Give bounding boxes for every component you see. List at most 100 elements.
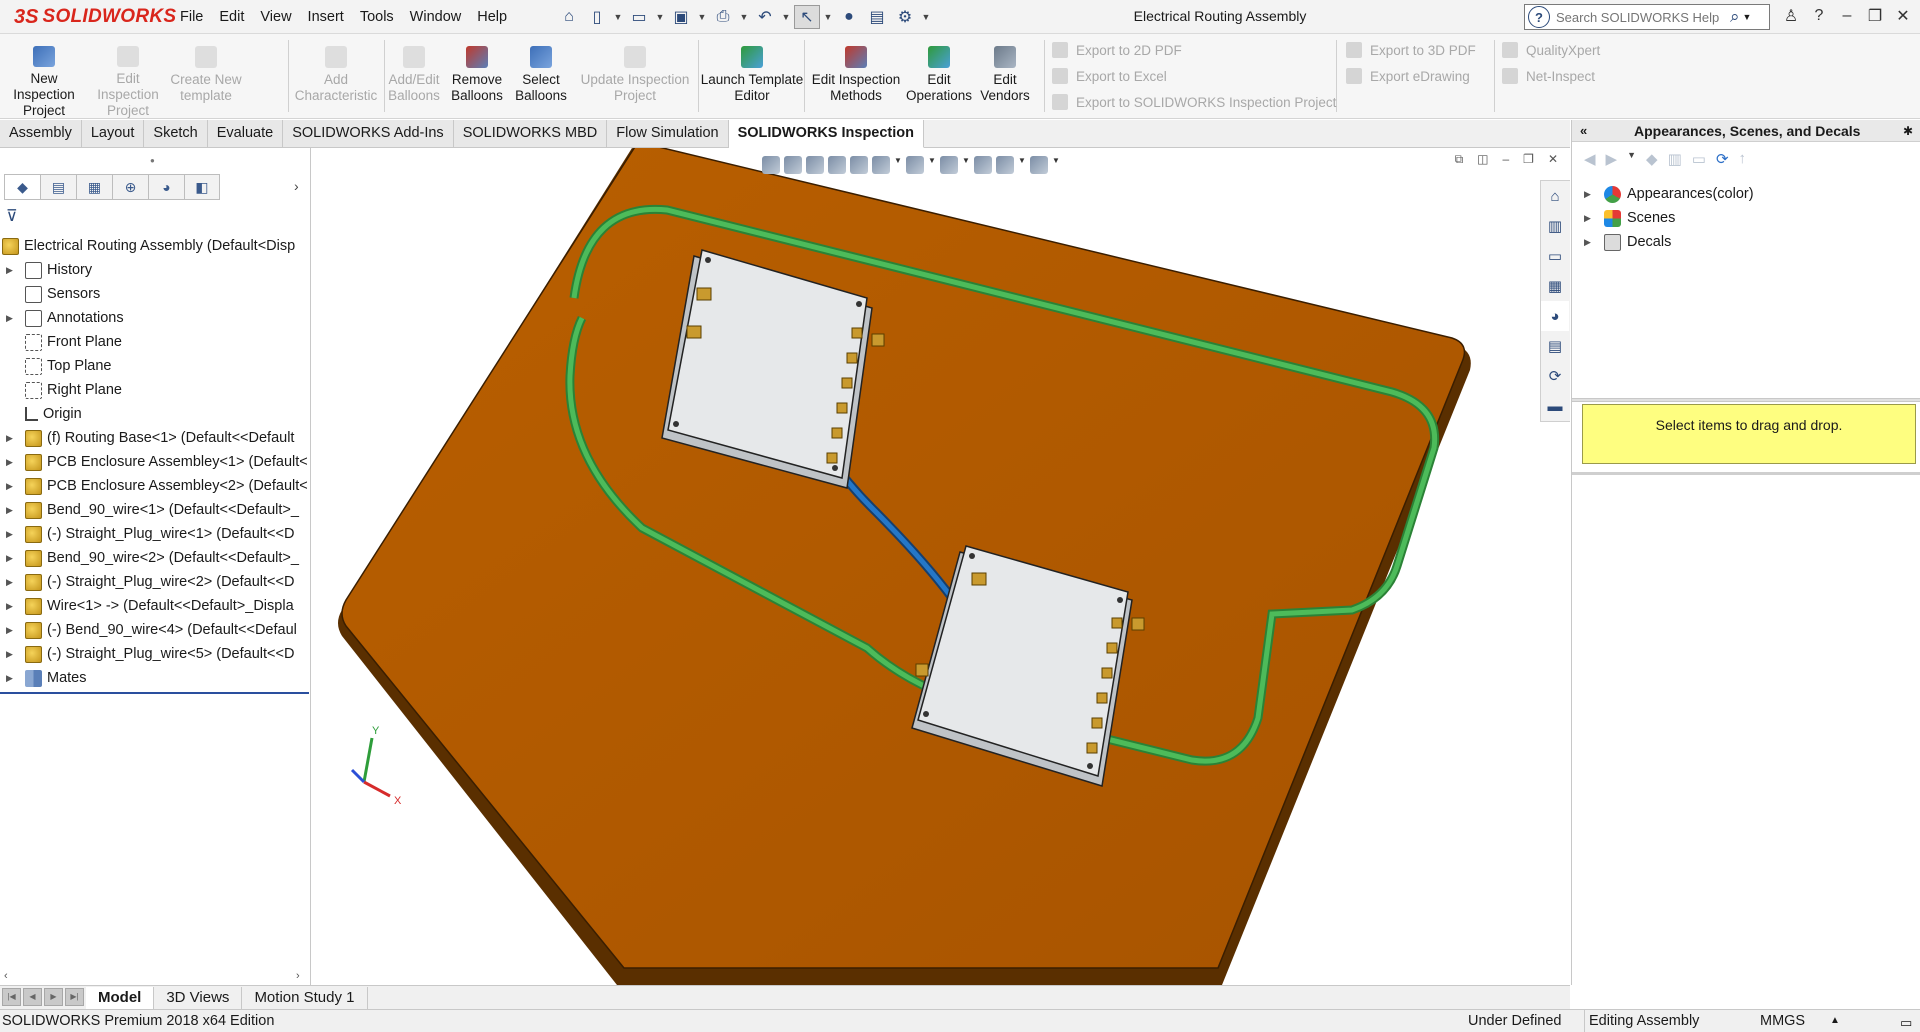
search-input[interactable] (1556, 9, 1726, 25)
minimize-icon[interactable]: – (1836, 7, 1858, 25)
viewport-minimize-icon[interactable]: – (1502, 152, 1509, 167)
open-dropdown-icon[interactable]: ▼ (654, 5, 666, 29)
view-palette-icon[interactable]: ▦ (1541, 271, 1569, 301)
expand-icon[interactable]: ▶ (6, 313, 16, 324)
hide-show-items-icon[interactable] (940, 156, 958, 174)
folder-icon[interactable]: ▭ (1692, 150, 1706, 168)
menu-help[interactable]: Help (469, 7, 515, 27)
scroll-left-icon[interactable]: ‹ (4, 970, 8, 982)
display-style-icon[interactable] (906, 156, 924, 174)
cmd-edit-vendors-button[interactable]: Edit Vendors (974, 34, 1036, 119)
tab-sketch[interactable]: Sketch (144, 120, 208, 147)
tree-item[interactable]: ▶ (-) Straight_Plug_wire<1> (Default<<D (0, 522, 311, 546)
units-dropdown-icon[interactable]: ▲ (1830, 1010, 1840, 1032)
tree-item[interactable]: ▶ PCB Enclosure Assembley<1> (Default< (0, 450, 311, 474)
solidworks-logo[interactable]: 3S SOLIDWORKS (14, 4, 176, 30)
dimxpert-tab-icon[interactable]: ⊕ (112, 174, 148, 200)
tree-item[interactable]: ▶ (-) Straight_Plug_wire<5> (Default<<D (0, 642, 311, 666)
model-view[interactable]: Y X (312, 148, 1570, 985)
tab-solidworks-add-ins[interactable]: SOLIDWORKS Add-Ins (283, 120, 454, 147)
pane-splitter-lower[interactable] (1572, 472, 1920, 475)
tab-flow-simulation[interactable]: Flow Simulation (607, 120, 729, 147)
bottom-tab-motion-study-1[interactable]: Motion Study 1 (242, 986, 368, 1009)
traffic-light-icon[interactable]: ● (836, 5, 862, 29)
zoom-to-fit-icon[interactable] (762, 156, 780, 174)
expand-icon[interactable]: ▶ (6, 433, 16, 444)
tree-item[interactable]: ▶ Bend_90_wire<1> (Default<<Default>_ (0, 498, 311, 522)
tab-assembly[interactable]: Assembly (0, 120, 82, 147)
appearances-scenes-icon[interactable]: ◕ (1541, 301, 1569, 331)
tree-item[interactable]: ▶ Bend_90_wire<2> (Default<<Default>_ (0, 546, 311, 570)
scroll-right-icon[interactable]: › (296, 970, 300, 982)
messages-icon[interactable]: ▭ (1900, 1012, 1912, 1032)
user-icon[interactable]: ♙ (1780, 6, 1802, 26)
tree-item[interactable]: ▶ Mates (0, 666, 311, 690)
forward-dropdown-icon[interactable]: ▼ (1627, 150, 1636, 168)
back-icon[interactable]: ◀ (1584, 150, 1596, 168)
tree-item[interactable]: ▶ History (0, 258, 311, 282)
tree-item[interactable]: Origin (0, 402, 311, 426)
dropdown-icon[interactable]: ▼ (1018, 156, 1026, 174)
search-icon[interactable]: ⌕ (1730, 7, 1740, 27)
solidworks-resources-icon[interactable]: ⌂ (1541, 181, 1569, 211)
tab-layout[interactable]: Layout (81, 120, 145, 147)
cmd-edit-inspection-project-button[interactable]: Edit Inspection Project (88, 34, 168, 119)
chevron-right-icon[interactable]: › (294, 178, 299, 194)
cmd-edit-inspection-methods-button[interactable]: Edit Inspection Methods (806, 34, 906, 119)
bottom-tab-model[interactable]: Model (86, 986, 155, 1009)
graphics-area[interactable]: Y X ▼ ▼ ▼ ▼ ▼ ⧉ ◫ – ❐ ✕ ⌂ ▥ ▭ ▦ ◕ ▤ ⟳ ▬ (312, 148, 1570, 985)
save-icon[interactable]: ▣ (668, 5, 694, 29)
tab-solidworks-mbd[interactable]: SOLIDWORKS MBD (453, 120, 608, 147)
options-gear-icon[interactable]: ⚙ (892, 5, 918, 29)
select-dropdown-icon[interactable]: ▼ (822, 5, 834, 29)
viewport-split-icon[interactable]: ◫ (1477, 152, 1488, 167)
file-properties-icon[interactable]: ▤ (864, 5, 890, 29)
feature-tree-tab-icon[interactable]: ◆ (4, 174, 40, 200)
panel-handle[interactable]: ● (150, 156, 155, 165)
property-manager-tab-icon[interactable]: ▤ (40, 174, 76, 200)
next-tab-icon[interactable]: ▶ (44, 987, 63, 1006)
tree-item[interactable]: ▶ Annotations (0, 306, 311, 330)
search-dropdown-icon[interactable]: ▼ (1743, 12, 1752, 22)
export-export-to-3d-pdf-button[interactable]: Export to 3D PDF (1346, 42, 1476, 58)
solidworks-forum-icon[interactable]: ⟳ (1541, 361, 1569, 391)
prev-tab-icon[interactable]: ◀ (23, 987, 42, 1006)
restore-icon[interactable]: ❐ (1864, 6, 1886, 26)
expand-icon[interactable]: ▶ (1584, 189, 1598, 200)
tree-item[interactable]: Sensors (0, 282, 311, 306)
export-net-inspect-button[interactable]: Net-Inspect (1502, 68, 1595, 84)
expand-icon[interactable]: ▶ (6, 625, 16, 636)
expand-icon[interactable]: ▶ (6, 505, 16, 516)
expand-icon[interactable]: ▶ (6, 601, 16, 612)
open-folder-icon[interactable]: ▭ (626, 5, 652, 29)
previous-view-icon[interactable] (806, 156, 824, 174)
undo-dropdown-icon[interactable]: ▼ (780, 5, 792, 29)
unit-system[interactable]: MMGS (1760, 1010, 1805, 1032)
options-dropdown-icon[interactable]: ▼ (920, 5, 932, 29)
expand-icon[interactable]: ▶ (6, 673, 16, 684)
expand-icon[interactable]: ▶ (1584, 237, 1598, 248)
viewport-restore-icon[interactable]: ❐ (1523, 152, 1534, 167)
menu-view[interactable]: View (252, 7, 299, 27)
print-dropdown-icon[interactable]: ▼ (738, 5, 750, 29)
dropdown-icon[interactable]: ▼ (962, 156, 970, 174)
pin-icon[interactable]: ✱ (1903, 120, 1913, 142)
dropdown-icon[interactable]: ▼ (1052, 156, 1060, 174)
export-export-to-excel-button[interactable]: Export to Excel (1052, 68, 1167, 84)
cmd-edit-operations-button[interactable]: Edit Operations (906, 34, 972, 119)
view-orientation-icon[interactable] (872, 156, 890, 174)
up-arrow-icon[interactable]: ↑ (1739, 150, 1747, 168)
design-library-icon[interactable]: ▥ (1541, 211, 1569, 241)
cmd-add-edit-balloons-button[interactable]: Add/Edit Balloons (386, 34, 442, 119)
edit-appearance-icon[interactable] (974, 156, 992, 174)
cmd-remove-balloons-button[interactable]: Remove Balloons (446, 34, 508, 119)
rollback-bar[interactable] (0, 692, 309, 694)
refresh-icon[interactable]: ⟳ (1716, 150, 1729, 168)
menu-tools[interactable]: Tools (352, 7, 402, 27)
custom-properties-icon[interactable]: ▤ (1541, 331, 1569, 361)
filter-icon[interactable]: ⊽ (6, 206, 18, 226)
help-question-icon[interactable]: ? (1808, 7, 1830, 25)
expand-icon[interactable]: ▶ (6, 577, 16, 588)
last-tab-icon[interactable]: ▶| (65, 987, 84, 1006)
zoom-to-area-icon[interactable] (784, 156, 802, 174)
